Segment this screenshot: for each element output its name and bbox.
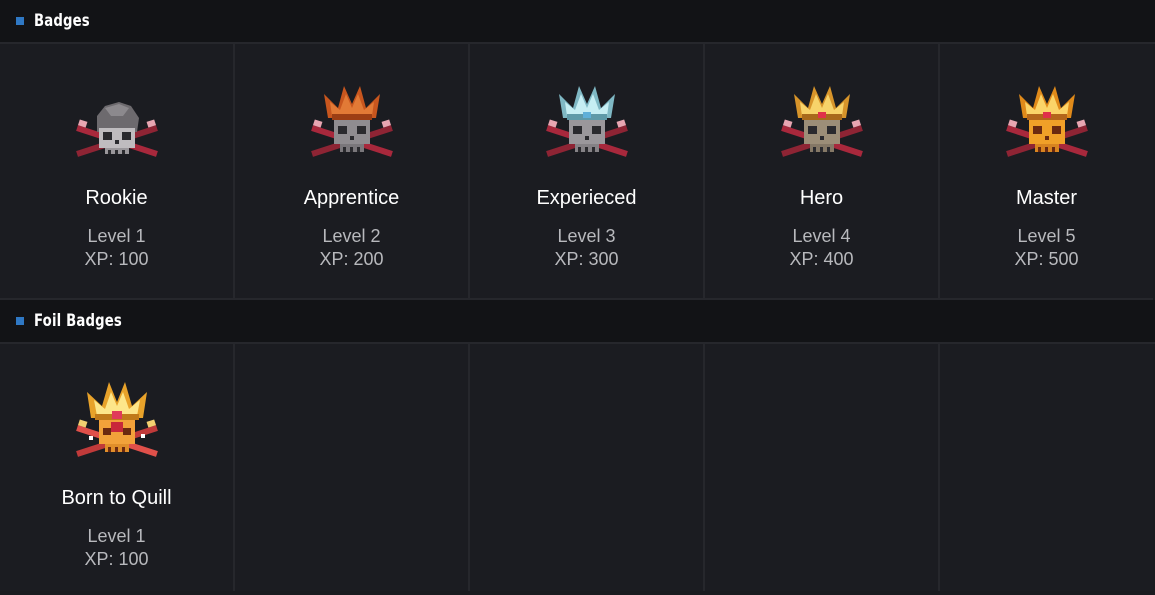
crowned-skull-badge-icon [310,86,393,157]
badge-xp: XP: 100 [84,549,149,569]
empty-badge-slot [705,344,940,591]
badge-level: Level 1 [87,526,146,546]
badge-card-apprentice[interactable]: Apprentice Level 2 XP: 200 [235,44,470,300]
section-marker-icon [16,17,24,25]
empty-badge-slot [235,344,470,591]
badges-section-title: Badges [34,11,90,31]
badges-grid: Rookie Level 1 XP: 100 Apprentice Level … [0,44,1155,300]
foil-badges-grid: Born to Quill Level 1 XP: 100 [0,344,1155,591]
badge-xp: XP: 300 [554,249,619,269]
badge-name: Rookie [85,187,148,209]
skull-badge-icon [75,102,158,157]
foil-badges-section-title: Foil Badges [34,311,122,331]
badges-section-header: Badges [0,0,1155,44]
badge-xp: XP: 100 [84,249,149,269]
badge-name: Born to Quill [61,487,172,509]
badge-card-master[interactable]: Master Level 5 XP: 500 [940,44,1153,300]
badge-card-born-to-quill[interactable]: Born to Quill Level 1 XP: 100 [0,344,235,591]
badge-level: Level 5 [1017,226,1076,246]
badge-name: Hero [799,187,844,209]
empty-badge-slot [940,344,1153,591]
section-marker-icon [16,317,24,325]
badge-xp: XP: 400 [789,249,854,269]
foil-badges-section-header: Foil Badges [0,300,1155,344]
crowned-skull-badge-icon [545,86,628,157]
badge-name: Master [1015,187,1078,209]
foil-skull-badge-icon [75,382,158,457]
empty-badge-slot [470,344,705,591]
badge-xp: XP: 200 [319,249,384,269]
badge-name: Experieced [536,187,637,209]
badge-name: Apprentice [303,187,400,209]
badge-level: Level 4 [792,226,851,246]
badge-level: Level 1 [87,226,146,246]
badge-xp: XP: 500 [1014,249,1079,269]
badge-card-rookie[interactable]: Rookie Level 1 XP: 100 [0,44,235,300]
golden-skull-badge-icon [1005,86,1088,157]
badge-level: Level 3 [557,226,616,246]
badge-card-hero[interactable]: Hero Level 4 XP: 400 [705,44,940,300]
crowned-skull-badge-icon [780,86,863,157]
badge-level: Level 2 [322,226,381,246]
badge-card-experieced[interactable]: Experieced Level 3 XP: 300 [470,44,705,300]
